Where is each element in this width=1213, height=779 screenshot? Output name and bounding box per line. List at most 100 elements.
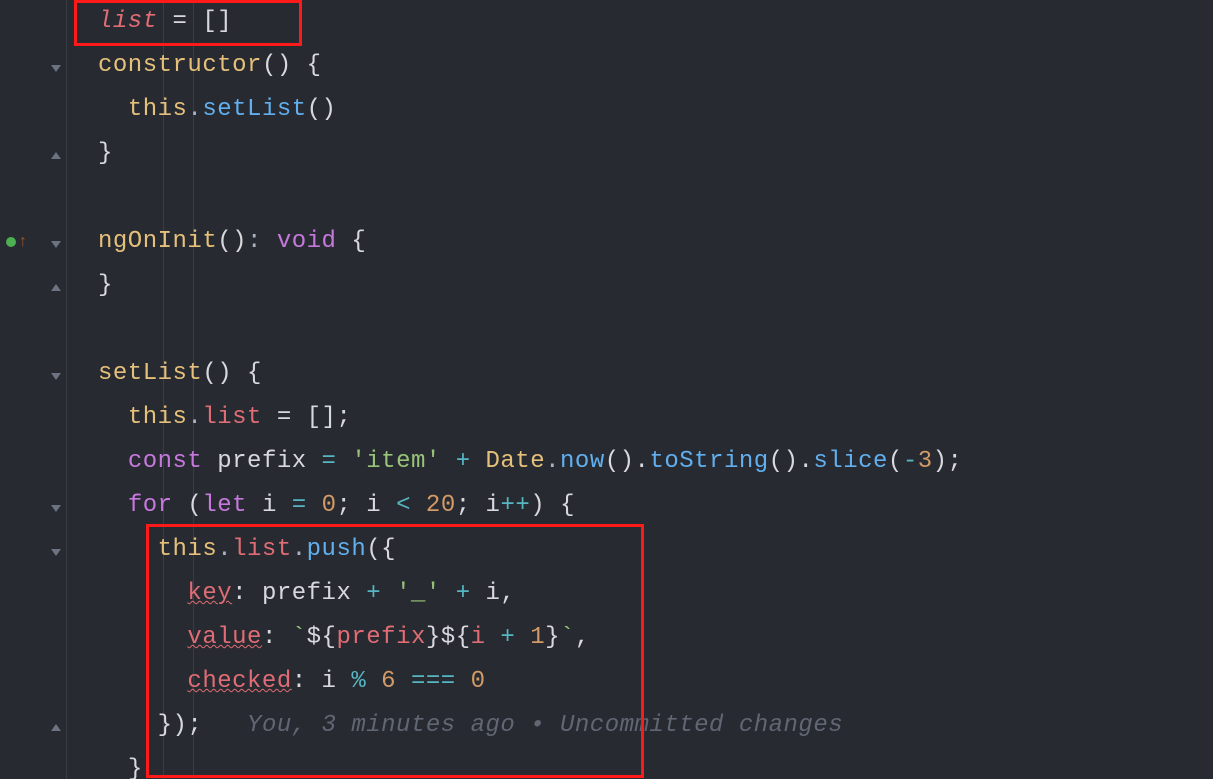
code-line[interactable]: checked: i % 6 === 0 (68, 660, 1213, 704)
token: now (560, 448, 605, 475)
token: ` (292, 624, 307, 651)
token: = [] (158, 8, 233, 35)
token (381, 580, 396, 607)
token: (). (769, 448, 814, 475)
token: ; i (456, 492, 501, 519)
code-line[interactable]: this.setList() (68, 88, 1213, 132)
token: === (411, 668, 456, 695)
code-line[interactable]: key: prefix + '_' + i, (68, 572, 1213, 616)
token: : (247, 228, 277, 255)
token: + (500, 624, 515, 651)
token: () { (262, 52, 322, 79)
fold-close-icon[interactable] (48, 278, 64, 298)
token: , (575, 624, 590, 651)
code-line[interactable]: } (68, 132, 1213, 176)
token (441, 448, 456, 475)
token: % (351, 668, 366, 695)
code-line[interactable]: ngOnInit(): void { (68, 220, 1213, 264)
token: ${ (307, 624, 337, 651)
code-editor[interactable]: ↑ list = []constructor() { this.setList(… (0, 0, 1213, 779)
token: . (217, 536, 232, 563)
code-line[interactable]: } (68, 264, 1213, 308)
code-line[interactable] (68, 176, 1213, 220)
code-line[interactable]: list = [] (68, 0, 1213, 44)
token: void (277, 228, 337, 255)
code-line[interactable]: }); You, 3 minutes ago • Uncommitted cha… (68, 704, 1213, 748)
token: 1 (530, 624, 545, 651)
token: : (262, 624, 292, 651)
token (486, 624, 501, 651)
token: prefix (202, 448, 321, 475)
code-area[interactable]: list = []constructor() { this.setList()}… (68, 0, 1213, 779)
token: push (307, 536, 367, 563)
vcs-change-marker-icon[interactable]: ↑ (6, 232, 28, 252)
fold-open-icon[interactable] (48, 58, 64, 78)
token (411, 492, 426, 519)
token (307, 492, 322, 519)
token: value (187, 624, 262, 651)
fold-close-icon[interactable] (48, 718, 64, 738)
token: ngOnInit (98, 228, 217, 255)
code-line[interactable]: constructor() { (68, 44, 1213, 88)
token: i (247, 492, 292, 519)
token (396, 668, 411, 695)
token: } (98, 272, 113, 299)
token: () (307, 96, 337, 123)
token: key (187, 580, 232, 607)
token: : prefix (232, 580, 366, 607)
token: const (128, 448, 203, 475)
code-line[interactable]: setList() { (68, 352, 1213, 396)
token: setList (98, 360, 202, 387)
token: this (128, 96, 188, 123)
token: list (98, 8, 158, 35)
token: } (128, 756, 143, 779)
code-line[interactable]: } (68, 748, 1213, 779)
token: checked (187, 668, 291, 695)
token: for (128, 492, 173, 519)
code-line[interactable]: value: `${prefix}${i + 1}`, (68, 616, 1213, 660)
token: () { (202, 360, 262, 387)
token: ( (888, 448, 903, 475)
fold-open-icon[interactable] (48, 234, 64, 254)
token (336, 448, 351, 475)
token: 0 (322, 492, 337, 519)
token: . (292, 536, 307, 563)
token: < (396, 492, 411, 519)
token: 'item' (351, 448, 440, 475)
token: constructor (98, 52, 262, 79)
token (471, 448, 486, 475)
token: . (187, 404, 202, 431)
code-line[interactable]: const prefix = 'item' + Date.now().toStr… (68, 440, 1213, 484)
code-line[interactable]: this.list.push({ (68, 528, 1213, 572)
fold-open-icon[interactable] (48, 366, 64, 386)
token: ({ (366, 536, 396, 563)
token: } (98, 140, 113, 167)
token: + (456, 448, 471, 475)
token: list (232, 536, 292, 563)
fold-open-icon[interactable] (48, 498, 64, 518)
token: = (322, 448, 337, 475)
token (441, 580, 456, 607)
token: () (217, 228, 247, 255)
token: slice (813, 448, 888, 475)
fold-open-icon[interactable] (48, 542, 64, 562)
token: . (545, 448, 560, 475)
token: (). (605, 448, 650, 475)
token: 20 (426, 492, 456, 519)
token: this (128, 404, 188, 431)
token: '_' (396, 580, 441, 607)
token: i, (471, 580, 516, 607)
token: } (545, 624, 560, 651)
token: ++ (500, 492, 530, 519)
gutter: ↑ (0, 0, 68, 779)
code-line[interactable]: for (let i = 0; i < 20; i++) { (68, 484, 1213, 528)
token: . (187, 96, 202, 123)
token: + (456, 580, 471, 607)
code-line[interactable]: this.list = []; (68, 396, 1213, 440)
token (456, 668, 471, 695)
token: prefix (336, 624, 425, 651)
token: list (202, 404, 262, 431)
token: = (292, 492, 307, 519)
fold-close-icon[interactable] (48, 146, 64, 166)
code-line[interactable] (68, 308, 1213, 352)
